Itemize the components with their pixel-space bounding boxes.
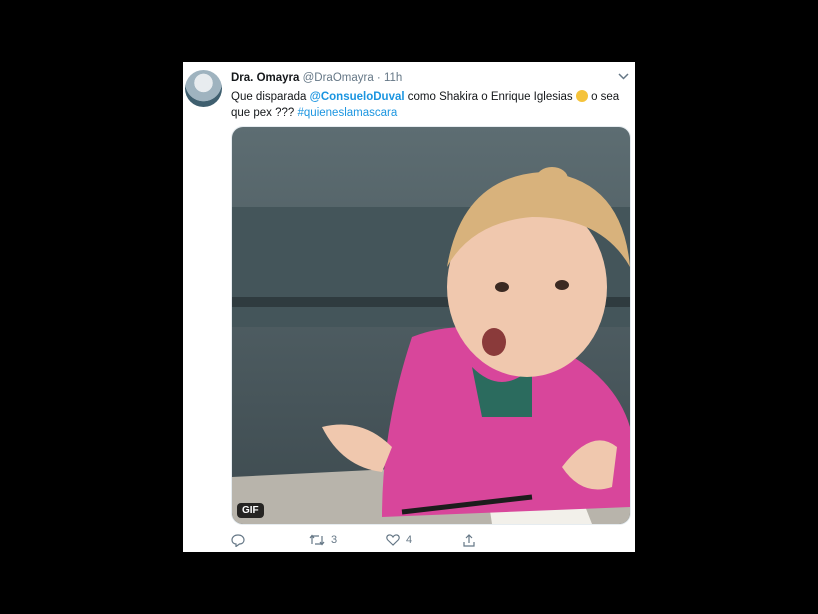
sweat-smile-emoji xyxy=(575,90,588,102)
tweet-time[interactable]: 11h xyxy=(384,72,402,84)
share-button[interactable] xyxy=(463,534,475,547)
retweet-button[interactable]: 3 xyxy=(309,534,337,546)
author-handle[interactable]: @DraOmayra xyxy=(303,72,374,84)
heart-icon xyxy=(386,534,400,546)
tweet-actions: 3 4 xyxy=(231,534,531,554)
hashtag-link[interactable]: #quieneslamascara xyxy=(298,107,398,119)
tweet-text-part: Que disparada xyxy=(231,91,310,103)
avatar[interactable] xyxy=(185,70,222,107)
reply-icon xyxy=(231,534,245,547)
separator: · xyxy=(376,72,381,84)
gif-frame-image xyxy=(232,127,630,524)
like-count: 4 xyxy=(406,534,413,546)
chevron-down-icon[interactable] xyxy=(618,72,629,83)
reply-button[interactable] xyxy=(231,534,251,547)
author-name[interactable]: Dra. Omayra xyxy=(231,72,299,84)
tweet-card[interactable]: Dra. Omayra @DraOmayra · 11h Que dispara… xyxy=(183,62,635,552)
share-icon xyxy=(463,534,475,547)
tweet-text: Que disparada @ConsueloDuval como Shakir… xyxy=(231,89,623,121)
like-button[interactable]: 4 xyxy=(386,534,412,546)
tweet-media-gif[interactable]: GIF xyxy=(231,126,631,525)
retweet-icon xyxy=(309,534,325,546)
mention-link[interactable]: @ConsueloDuval xyxy=(310,91,405,103)
gif-badge: GIF xyxy=(237,503,264,518)
retweet-count: 3 xyxy=(331,534,338,546)
tweet-header: Dra. Omayra @DraOmayra · 11h xyxy=(231,72,402,84)
tweet-text-part: como Shakira o Enrique Iglesias xyxy=(404,91,576,103)
